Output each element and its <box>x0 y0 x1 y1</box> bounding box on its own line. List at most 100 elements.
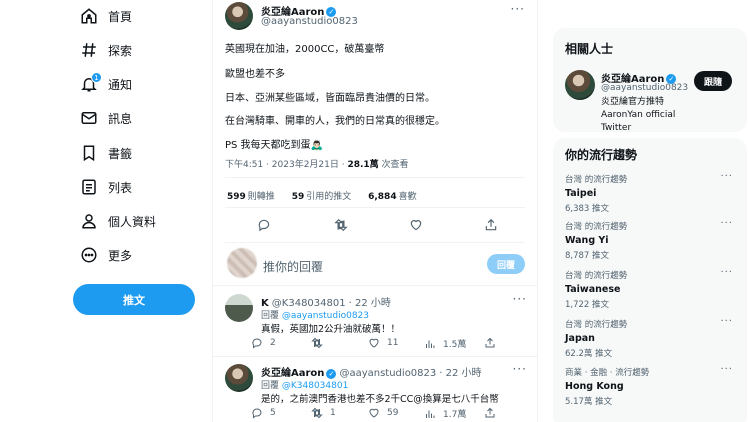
divider <box>213 285 537 286</box>
trend-topic: Taiwanese <box>565 284 621 295</box>
reply-icon <box>252 338 262 349</box>
trend-context: 台灣 的流行趨勢 <box>565 175 628 185</box>
sidebar-item-lists[interactable]: 列表 <box>80 172 132 202</box>
more-options-icon[interactable]: ··· <box>511 2 525 16</box>
retweet-icon[interactable] <box>334 218 348 232</box>
divider <box>225 207 525 208</box>
trend-topic: Taipei <box>565 188 597 199</box>
divider <box>225 242 525 243</box>
reply-icon <box>252 408 262 419</box>
reply-action[interactable]: 2 <box>251 337 276 349</box>
share-action[interactable] <box>484 337 503 349</box>
more-options-icon[interactable]: ··· <box>720 267 733 278</box>
trend-item[interactable]: 台灣 的流行趨勢 Taiwanese 1,722 推文 ··· <box>565 267 735 310</box>
retweet-stat[interactable]: 599 則轉推 <box>227 192 275 202</box>
reply-header: K @K348034801 · 22 小時 <box>261 294 391 309</box>
trend-context: 台灣 的流行趨勢 <box>565 320 628 330</box>
retweet-action[interactable] <box>311 337 330 349</box>
share-icon[interactable] <box>484 218 498 232</box>
replying-to: 回覆 @K348034801 <box>261 378 348 391</box>
retweet-label: 則轉推 <box>247 192 275 202</box>
reply-action[interactable]: 5 <box>251 407 276 419</box>
trend-topic: Japan <box>565 333 595 344</box>
views-icon <box>426 410 435 418</box>
notification-badge: 1 <box>91 72 102 83</box>
sidebar-item-label: 更多 <box>108 248 133 263</box>
share-icon <box>485 337 495 348</box>
quote-stat[interactable]: 59 引用的推文 <box>292 192 352 202</box>
reply-icon[interactable] <box>257 218 271 232</box>
reply-time[interactable]: · 22 小時 <box>439 368 481 379</box>
verified-icon: ✓ <box>326 368 337 379</box>
views-action[interactable]: 1.5萬 <box>424 337 466 350</box>
tweet-button[interactable]: 推文 <box>73 284 195 315</box>
like-icon <box>369 338 379 348</box>
related-user-handle[interactable]: @aayanstudio0823 <box>601 83 688 93</box>
mention-link[interactable]: @K348034801 <box>282 381 348 391</box>
sidebar-item-explore[interactable]: 探索 <box>80 35 132 65</box>
view-count-label: 次查看 <box>378 160 409 170</box>
hashtag-icon <box>80 41 98 59</box>
more-options-icon[interactable]: ··· <box>720 218 733 229</box>
views-count: 1.5萬 <box>443 340 467 350</box>
related-user-bio: 炎亞綸官方推特 AaronYan official Twitter <box>601 97 676 133</box>
avatar[interactable] <box>225 2 253 30</box>
reply-count: 5 <box>270 408 276 418</box>
sidebar-item-profile[interactable]: 個人資料 <box>80 206 156 236</box>
trend-item[interactable]: 台灣 的流行趨勢 Taipei 6,383 推文 ··· <box>565 171 735 214</box>
trend-count: 62.2萬 推文 <box>565 349 613 359</box>
like-stat[interactable]: 6,884 喜歡 <box>368 192 416 202</box>
envelope-icon <box>80 109 98 127</box>
like-action[interactable]: 11 <box>368 337 398 349</box>
trend-item[interactable]: 商業 · 金融 · 流行趨勢 Hong Kong 5.17萬 推文 ··· <box>565 364 735 407</box>
sidebar-item-label: 探索 <box>108 43 133 58</box>
view-count: 28.1萬 <box>347 160 379 170</box>
trend-topic: Wang Yi <box>565 235 609 246</box>
sidebar-item-label: 書籤 <box>108 146 133 161</box>
quote-count: 59 <box>291 192 305 202</box>
author-handle[interactable]: @aayanstudio0823 <box>261 16 358 27</box>
like-label: 喜歡 <box>398 192 417 202</box>
avatar[interactable] <box>225 364 253 392</box>
panel-title: 你的流行趨勢 <box>565 148 638 162</box>
like-icon[interactable] <box>409 218 423 232</box>
like-action[interactable]: 59 <box>368 407 398 419</box>
sidebar-item-bookmarks[interactable]: 書籤 <box>80 138 132 168</box>
more-options-icon[interactable]: ··· <box>513 292 527 306</box>
follow-button[interactable]: 跟隨 <box>694 71 732 91</box>
views-count: 1.7萬 <box>443 410 467 420</box>
avatar[interactable] <box>565 70 595 100</box>
reply-button[interactable]: 回覆 <box>487 254 525 274</box>
more-options-icon[interactable]: ··· <box>720 316 733 327</box>
retweet-action[interactable]: 1 <box>311 407 336 419</box>
sidebar-item-home[interactable]: 首頁 <box>80 1 132 31</box>
sidebar-item-more[interactable]: 更多 <box>80 240 132 270</box>
trend-count: 6,383 推文 <box>565 204 610 214</box>
reply-text: 是的，之前澳門香港也差不多2千CC@換算是七八千台幣 <box>261 394 499 405</box>
more-options-icon[interactable]: ··· <box>720 171 733 182</box>
reply-count: 2 <box>270 338 276 348</box>
author-handle[interactable]: @aayanstudio0823 <box>339 368 436 379</box>
retweet-icon <box>311 407 323 419</box>
trend-count: 5.17萬 推文 <box>565 397 613 407</box>
home-icon <box>80 7 98 25</box>
views-icon <box>426 340 435 348</box>
more-options-icon[interactable]: ··· <box>513 362 527 376</box>
trend-item[interactable]: 台灣 的流行趨勢 Wang Yi 8,787 推文 ··· <box>565 218 735 261</box>
tweet-timestamp[interactable]: 下午4:51 · 2023年2月21日 · <box>225 160 347 170</box>
mention-link[interactable]: @aayanstudio0823 <box>282 311 369 321</box>
share-icon <box>485 407 495 418</box>
more-options-icon[interactable]: ··· <box>720 364 733 375</box>
retweet-icon <box>311 337 323 349</box>
related-people-panel: 相關人士 炎亞綸Aaron ✓ @aayanstudio0823 炎亞綸官方推特 … <box>553 28 747 133</box>
sidebar-item-messages[interactable]: 訊息 <box>80 103 132 133</box>
trend-item[interactable]: 台灣 的流行趨勢 Japan 62.2萬 推文 ··· <box>565 316 735 359</box>
share-action[interactable] <box>484 407 503 419</box>
reply-input[interactable]: 推你的回覆 <box>263 258 323 275</box>
reply-actions: 5 1 59 1.7萬 <box>251 407 495 421</box>
avatar[interactable] <box>225 294 253 322</box>
bookmark-icon <box>80 144 98 162</box>
sidebar-item-notifications[interactable]: 1 通知 <box>80 69 132 99</box>
list-icon <box>80 178 98 196</box>
views-action[interactable]: 1.7萬 <box>424 407 466 420</box>
